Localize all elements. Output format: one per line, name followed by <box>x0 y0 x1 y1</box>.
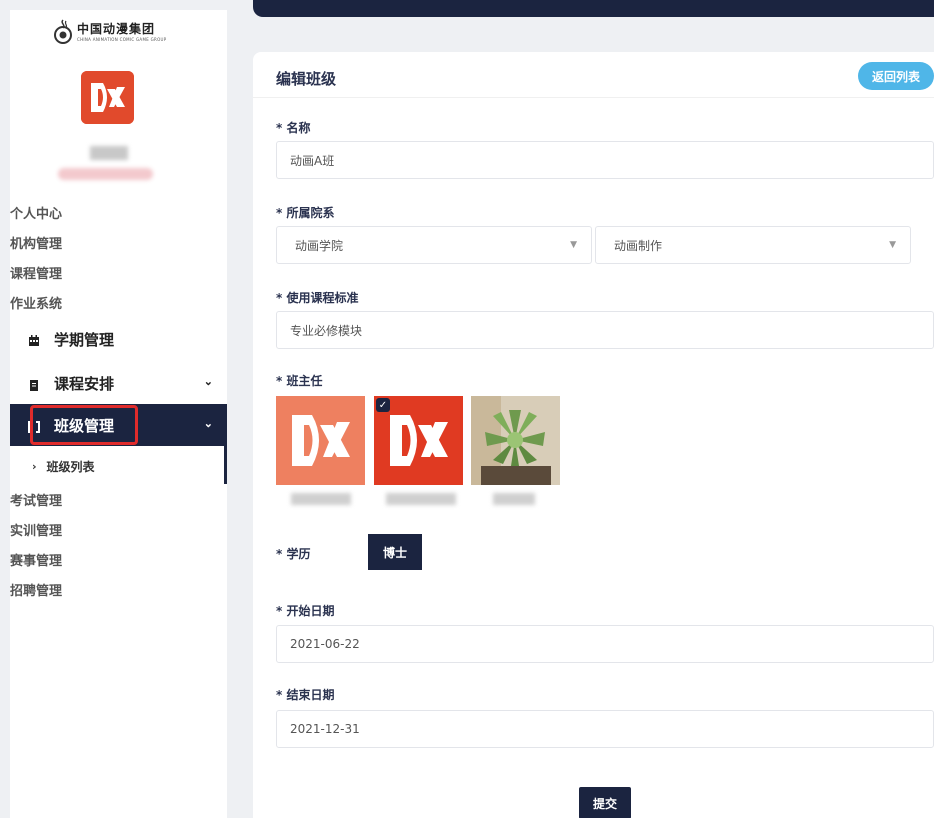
menu-competition-management[interactable]: 赛事管理 <box>10 550 62 569</box>
edit-class-card: 编辑班级 返回列表 * 名称 动画A班 * 所属院系 动画学院 ▼ 动画制作 ▼… <box>253 52 934 818</box>
menu-course-management[interactable]: 课程管理 <box>10 263 62 282</box>
submenu-class-list[interactable]: › 班级列表 <box>10 452 227 480</box>
user-avatar[interactable] <box>81 71 134 124</box>
name-input[interactable]: 动画A班 <box>276 141 934 179</box>
chevron-right-icon: › <box>32 459 37 473</box>
college-select-value: 动画学院 <box>295 238 344 253</box>
menu-recruitment-management[interactable]: 招聘管理 <box>10 580 62 599</box>
menu-schedule-label: 课程安排 <box>54 374 115 393</box>
major-select[interactable]: 动画制作 ▼ <box>595 226 911 264</box>
menu-homework-system[interactable]: 作业系统 <box>10 293 62 312</box>
teacher-option-2-selected[interactable]: ✓ <box>374 396 463 485</box>
logo-name: 中国动漫集团 <box>77 22 156 36</box>
submenu-active-indicator <box>224 446 227 484</box>
college-select[interactable]: 动画学院 ▼ <box>276 226 592 264</box>
chevron-down-icon: ⌄ <box>203 375 213 388</box>
end-date-input[interactable]: 2021-12-31 <box>276 710 934 748</box>
menu-term-label: 学期管理 <box>54 330 115 349</box>
teacher-2-name-blurred <box>386 493 456 505</box>
checkmark-icon: ✓ <box>376 398 390 412</box>
menu-exam-management[interactable]: 考试管理 <box>10 490 62 509</box>
degree-option-doctor[interactable]: 博士 <box>368 534 422 570</box>
start-date-input[interactable]: 2021-06-22 <box>276 625 934 663</box>
back-to-list-button[interactable]: 返回列表 <box>858 62 934 90</box>
calendar-icon <box>28 333 40 346</box>
teacher-1-name-blurred <box>291 493 351 505</box>
end-date-label: * 结束日期 <box>276 688 335 702</box>
start-date-label: * 开始日期 <box>276 604 335 618</box>
menu-org-management[interactable]: 机构管理 <box>10 233 62 252</box>
name-label: * 名称 <box>276 121 311 135</box>
course-standard-input[interactable]: 专业必修模块 <box>276 311 934 349</box>
teacher-3-name-blurred <box>493 493 535 505</box>
submenu-class-list-label: 班级列表 <box>46 459 95 474</box>
degree-label: * 学历 <box>276 547 311 561</box>
top-header-bar <box>253 0 934 17</box>
clipboard-icon <box>28 377 40 391</box>
dropdown-arrow-icon: ▼ <box>570 240 577 250</box>
menu-course-schedule[interactable]: 课程安排 ⌄ <box>10 362 227 404</box>
department-label: * 所属院系 <box>276 206 335 220</box>
submit-button[interactable]: 提交 <box>579 787 631 818</box>
teacher-option-3[interactable] <box>471 396 560 485</box>
teacher-option-1[interactable] <box>276 396 365 485</box>
course-standard-label: * 使用课程标准 <box>276 291 359 305</box>
menu-training-management[interactable]: 实训管理 <box>10 520 62 539</box>
menu-personal-center[interactable]: 个人中心 <box>10 203 62 222</box>
highlight-annotation-box <box>30 405 138 445</box>
logo-subtext: CHINA ANIMATION COMIC GAME GROUP <box>77 37 167 42</box>
logo-swirl-icon <box>52 18 74 44</box>
head-teacher-label: * 班主任 <box>276 374 323 388</box>
major-select-value: 动画制作 <box>614 238 663 253</box>
dropdown-arrow-icon: ▼ <box>889 240 896 250</box>
title-divider <box>253 97 934 98</box>
company-logo: 中国动漫集团 CHINA ANIMATION COMIC GAME GROUP <box>52 18 167 44</box>
menu-term-management[interactable]: 学期管理 <box>10 318 227 360</box>
username-blurred <box>90 146 128 160</box>
chevron-down-icon: ⌄ <box>203 417 213 430</box>
role-blurred <box>58 168 153 180</box>
page-title: 编辑班级 <box>276 70 337 88</box>
